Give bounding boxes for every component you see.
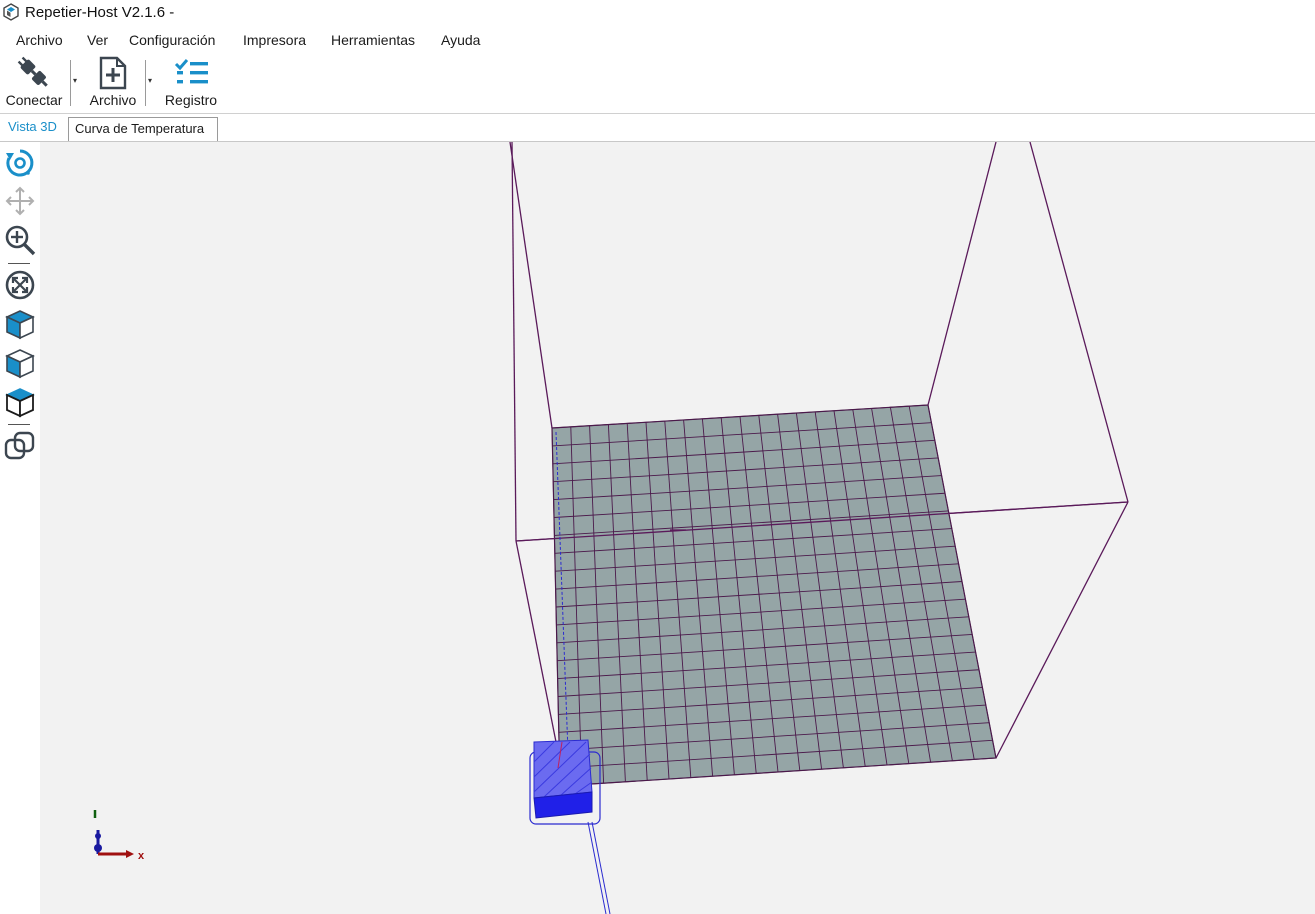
toolbar: Conectar ▾ Archivo ▾ Registro — [0, 54, 1315, 112]
parallel-projection-icon[interactable] — [4, 430, 36, 462]
menu-configuracion[interactable]: Configuración — [129, 32, 215, 48]
connect-button[interactable]: Conectar — [2, 54, 66, 110]
menu-bar: Archivo Ver Configuración Impresora Herr… — [0, 30, 1315, 52]
front-view-icon[interactable] — [4, 347, 36, 379]
axis-gizmo: x — [93, 810, 145, 862]
fit-view-icon[interactable] — [4, 269, 36, 301]
file-button[interactable]: Archivo — [84, 54, 142, 110]
view-tools-sidebar — [0, 142, 40, 914]
tool-separator — [8, 263, 30, 264]
tab-vista-3d[interactable]: Vista 3D — [2, 116, 66, 140]
move-view-icon[interactable] — [4, 185, 36, 217]
menu-herramientas[interactable]: Herramientas — [331, 32, 415, 48]
view-tabs: Vista 3D Curva de Temperatura — [0, 114, 1315, 142]
log-label: Registro — [164, 92, 218, 108]
tool-separator — [8, 424, 30, 425]
repetier-logo-icon — [3, 3, 19, 21]
axis-x-label: x — [138, 850, 145, 862]
title-bar: Repetier-Host V2.1.6 - — [0, 0, 1315, 26]
file-label: Archivo — [89, 92, 137, 108]
log-button[interactable]: Registro — [160, 54, 222, 110]
file-add-icon — [99, 56, 127, 90]
menu-ver[interactable]: Ver — [87, 32, 108, 48]
top-view-icon[interactable] — [4, 386, 36, 418]
toolbar-separator — [70, 60, 71, 106]
rotate-view-icon[interactable] — [4, 147, 36, 179]
print-bed — [551, 404, 997, 787]
toolbar-separator — [145, 60, 146, 106]
window-title: Repetier-Host V2.1.6 - — [25, 4, 175, 21]
connect-label: Conectar — [5, 92, 63, 108]
menu-archivo[interactable]: Archivo — [16, 32, 63, 48]
3d-viewport[interactable]: x — [40, 142, 1315, 914]
tab-curva-temperatura[interactable]: Curva de Temperatura — [68, 117, 218, 141]
iso-view-icon[interactable] — [4, 308, 36, 340]
menu-ayuda[interactable]: Ayuda — [441, 32, 480, 48]
menu-impresora[interactable]: Impresora — [243, 32, 306, 48]
file-dropdown-icon[interactable]: ▾ — [148, 76, 156, 86]
connect-dropdown-icon[interactable]: ▾ — [73, 76, 81, 86]
plug-icon — [17, 56, 48, 87]
scene-canvas[interactable]: x — [40, 142, 1315, 914]
zoom-icon[interactable] — [4, 224, 36, 256]
checklist-icon — [174, 59, 208, 84]
